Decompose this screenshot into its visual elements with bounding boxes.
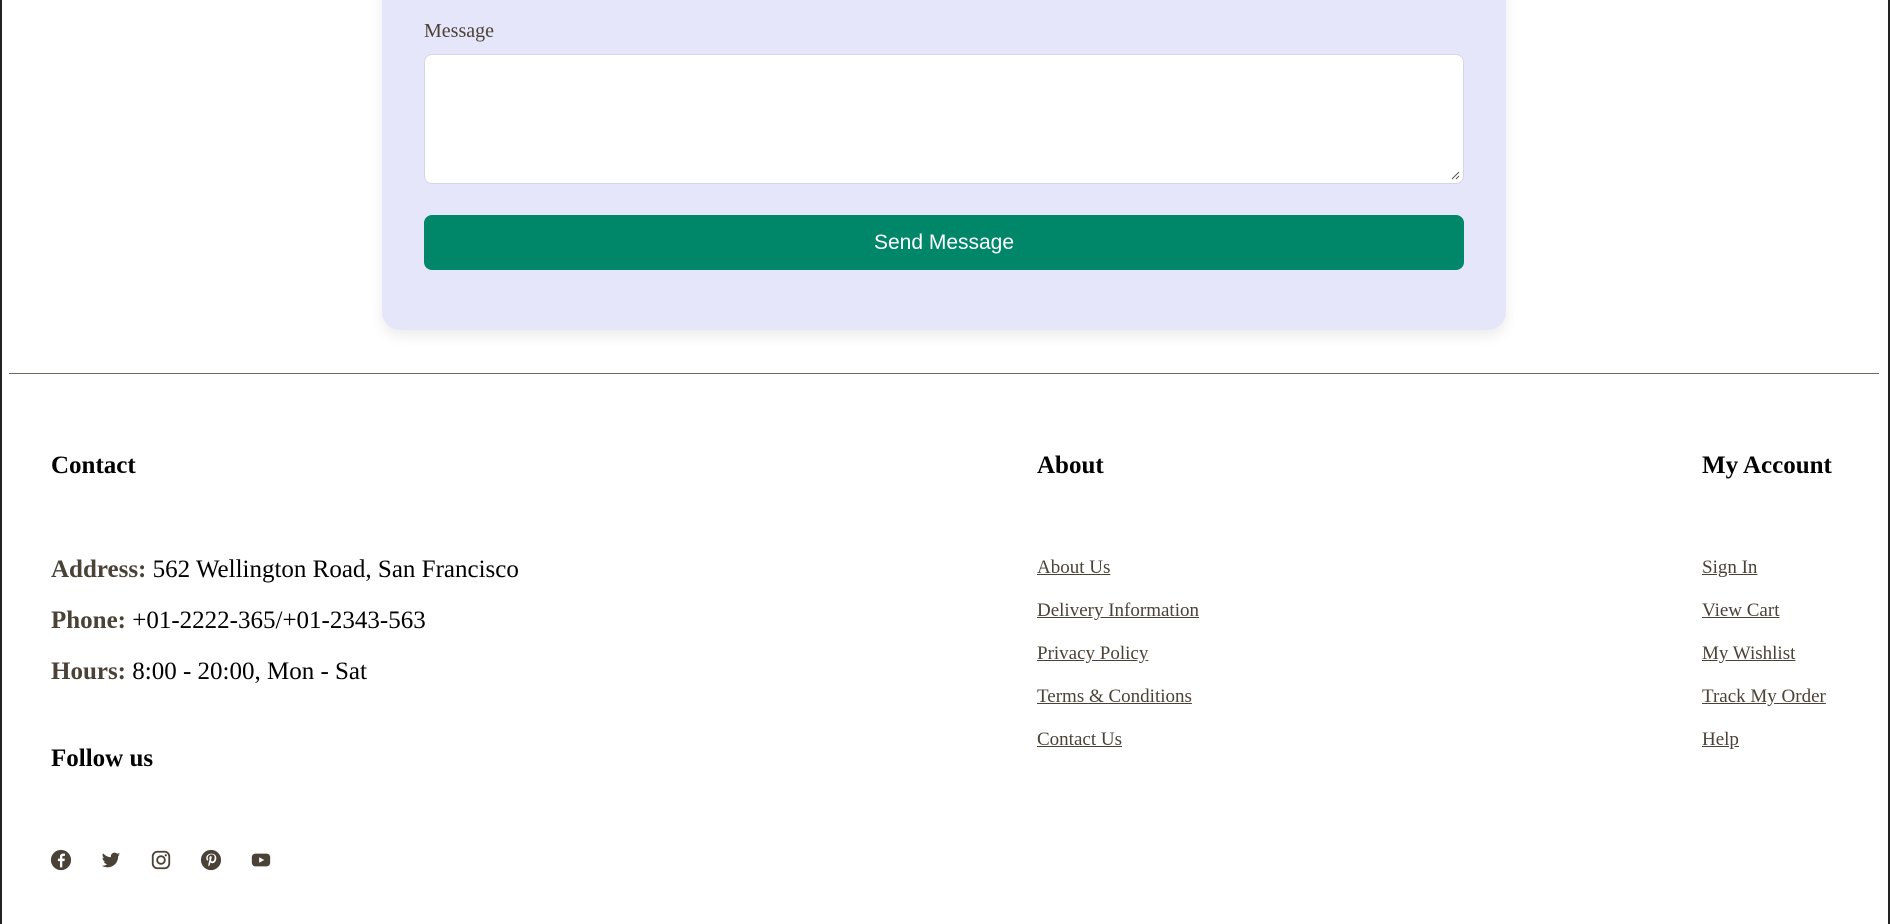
my-account-heading: My Account bbox=[1702, 452, 1832, 479]
twitter-icon[interactable] bbox=[100, 849, 122, 871]
my-wishlist-link[interactable]: My Wishlist bbox=[1702, 643, 1795, 665]
sign-in-link[interactable]: Sign In bbox=[1702, 557, 1757, 579]
hours-key: Hours: bbox=[51, 658, 126, 685]
about-us-link[interactable]: About Us bbox=[1037, 557, 1110, 579]
terms-conditions-link[interactable]: Terms & Conditions bbox=[1037, 686, 1192, 708]
youtube-icon[interactable] bbox=[250, 849, 272, 871]
message-textarea[interactable] bbox=[424, 54, 1464, 184]
view-cart-link[interactable]: View Cart bbox=[1702, 600, 1779, 622]
phone-value: +01-2222-365/+01-2343-563 bbox=[126, 607, 426, 634]
help-link[interactable]: Help bbox=[1702, 729, 1739, 751]
instagram-icon[interactable] bbox=[150, 849, 172, 871]
delivery-information-link[interactable]: Delivery Information bbox=[1037, 600, 1199, 622]
facebook-icon[interactable] bbox=[50, 849, 72, 871]
address-value: 562 Wellington Road, San Francisco bbox=[146, 556, 519, 583]
message-label: Message bbox=[424, 20, 494, 42]
follow-us-heading: Follow us bbox=[51, 745, 154, 772]
about-heading: About bbox=[1037, 452, 1104, 479]
window-edge-left bbox=[0, 0, 2, 924]
footer-divider bbox=[9, 373, 1879, 374]
send-message-button[interactable]: Send Message bbox=[424, 215, 1464, 270]
privacy-policy-link[interactable]: Privacy Policy bbox=[1037, 643, 1148, 665]
hours-value: 8:00 - 20:00, Mon - Sat bbox=[126, 658, 367, 685]
page: Message Send Message Contact Address: 56… bbox=[0, 0, 1890, 924]
track-my-order-link[interactable]: Track My Order bbox=[1702, 686, 1826, 708]
contact-us-link[interactable]: Contact Us bbox=[1037, 729, 1122, 751]
resize-grip-icon[interactable] bbox=[1450, 170, 1460, 180]
address-key: Address: bbox=[51, 556, 147, 583]
phone-line: Phone: +01-2222-365/+01-2343-563 bbox=[51, 607, 426, 635]
address-line: Address: 562 Wellington Road, San Franci… bbox=[51, 556, 519, 584]
pinterest-icon[interactable] bbox=[200, 849, 222, 871]
hours-line: Hours: 8:00 - 20:00, Mon - Sat bbox=[51, 658, 367, 686]
phone-key: Phone: bbox=[51, 607, 126, 634]
contact-heading: Contact bbox=[51, 452, 136, 479]
